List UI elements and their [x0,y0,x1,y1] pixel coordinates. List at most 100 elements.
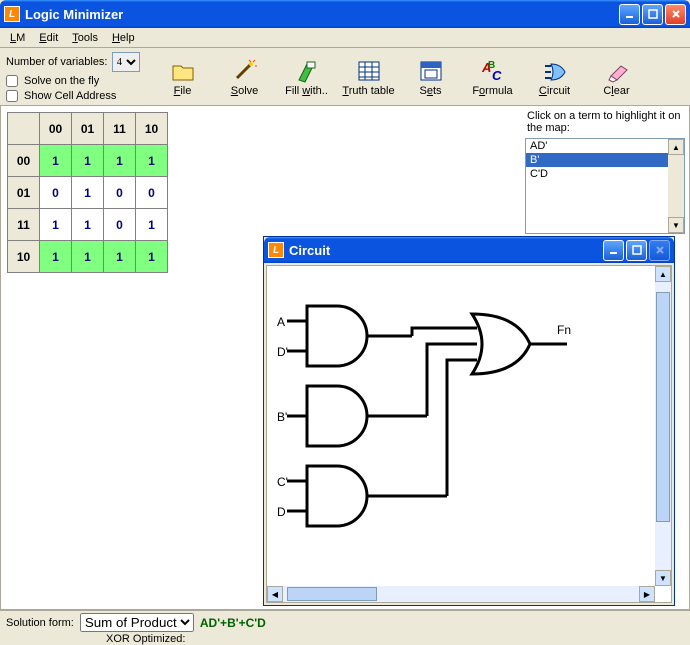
scroll-up-icon[interactable]: ▲ [655,266,671,282]
kmap-row-header: 10 [8,241,40,273]
sets-icon [416,57,446,85]
term-item[interactable]: B' [526,153,668,167]
scroll-right-icon[interactable]: ▶ [639,586,655,602]
kmap-cell[interactable]: 1 [136,209,168,241]
circuit-titlebar[interactable]: L Circuit [264,237,674,263]
circuit-close-button[interactable] [649,240,670,261]
solve-button[interactable]: Solve [214,57,276,97]
formula-icon: ACB [478,57,508,85]
file-button[interactable]: File [152,57,214,97]
svg-text:B: B [488,60,495,71]
file-icon [168,57,198,85]
kmap-cell[interactable]: 1 [72,177,104,209]
xor-optimized-label: XOR Optimized: [106,633,185,645]
circuit-canvas: A D' B' C' D [266,265,672,603]
eraser-icon [602,57,632,85]
close-button[interactable] [665,4,686,25]
kmap-cell[interactable]: 1 [136,241,168,273]
kmap-cell[interactable]: 1 [136,145,168,177]
scroll-left-icon[interactable]: ◀ [267,586,283,602]
or-gate: Fn [472,314,571,374]
term-item[interactable]: AD' [526,139,668,153]
main-titlebar: L Logic Minimizer [0,0,690,28]
solution-form-label: Solution form: [6,617,74,629]
svg-text:Fn: Fn [557,323,571,337]
circuit-app-icon: L [268,242,284,258]
fill-with--button[interactable]: Fill with.. [276,57,338,97]
solution-formula: AD'+B'+C'D [200,616,266,630]
show-cell-addr-checkbox[interactable] [6,90,18,102]
terms-list: AD'B'C'D ▲ ▼ [525,138,685,234]
num-vars-label: Number of variables: [6,56,108,68]
kmap-cell[interactable]: 1 [104,145,136,177]
formula-button[interactable]: ACBFormula [462,57,524,97]
kmap-row-header: 01 [8,177,40,209]
kmap-cell[interactable]: 1 [72,241,104,273]
kmap-col-header: 11 [104,113,136,145]
kmap-col-header: 01 [72,113,104,145]
toolbar: Number of variables: 4 Solve on the fly … [0,48,690,106]
circuit-title: Circuit [289,243,603,258]
svg-text:A: A [277,315,285,329]
menu-edit[interactable]: Edit [33,30,64,46]
kmap-cell[interactable]: 0 [40,177,72,209]
terms-hint: Click on a term to highlight it on the m… [527,110,685,134]
circuit-icon [540,57,570,85]
minimize-button[interactable] [619,4,640,25]
show-cell-addr-label: Show Cell Address [24,90,116,102]
circuit-button[interactable]: Circuit [524,57,586,97]
circuit-minimize-button[interactable] [603,240,624,261]
sets-button[interactable]: Sets [400,57,462,97]
kmap-cell[interactable]: 0 [136,177,168,209]
toolbar-label: Circuit [539,85,570,97]
solve-on-fly-label: Solve on the fly [24,75,99,87]
menu-help[interactable]: Help [106,30,141,46]
circuit-scrollbar-horizontal[interactable]: ◀ ▶ [267,586,655,602]
and-gate-2: B' [277,386,427,446]
kmap-cell[interactable]: 1 [72,145,104,177]
svg-text:B': B' [277,410,287,424]
wand-icon [230,57,260,85]
kmap-col-header: 00 [40,113,72,145]
terms-panel: Click on a term to highlight it on the m… [525,108,685,234]
kmap-cell[interactable]: 1 [104,241,136,273]
scroll-down-icon[interactable]: ▼ [668,217,684,233]
kmap-row-header: 00 [8,145,40,177]
circuit-maximize-button[interactable] [626,240,647,261]
kmap-corner [8,113,40,145]
terms-scrollbar[interactable]: ▲ ▼ [668,139,684,233]
clear-button[interactable]: Clear [586,57,648,97]
app-icon: L [4,6,20,22]
kmap-cell[interactable]: 0 [104,209,136,241]
menu-tools[interactable]: Tools [66,30,104,46]
toolbar-label: Fill with.. [285,85,328,97]
toolbar-label: Truth table [342,85,394,97]
num-vars-select[interactable]: 4 [112,52,140,72]
kmap-col-header: 10 [136,113,168,145]
svg-text:C': C' [277,475,288,489]
solve-on-fly-checkbox[interactable] [6,75,18,87]
svg-text:D': D' [277,345,288,359]
scroll-up-icon[interactable]: ▲ [668,139,684,155]
circuit-scrollbar-vertical[interactable]: ▲ ▼ [655,266,671,586]
maximize-button[interactable] [642,4,663,25]
kmap-row-header: 11 [8,209,40,241]
bottom-bar: Solution form: Sum of Product AD'+B'+C'D… [0,610,690,642]
svg-text:D: D [277,505,286,519]
scroll-down-icon[interactable]: ▼ [655,570,671,586]
kmap: 00011110001111010100111101101111 [7,112,168,609]
truth-table-button[interactable]: Truth table [338,57,400,97]
kmap-cell[interactable]: 1 [72,209,104,241]
main-area: 00011110001111010100111101101111 Click o… [0,106,690,610]
menu-lm[interactable]: LM [4,30,31,46]
kmap-cell[interactable]: 1 [40,145,72,177]
term-item[interactable]: C'D [526,167,668,181]
toolbar-label: Formula [472,85,512,97]
kmap-cell[interactable]: 1 [40,241,72,273]
kmap-cell[interactable]: 1 [40,209,72,241]
kmap-cell[interactable]: 0 [104,177,136,209]
solution-form-select[interactable]: Sum of Product [80,613,194,632]
toolbar-label: Sets [419,85,441,97]
menubar: LM Edit Tools Help [0,28,690,48]
circuit-window: L Circuit [263,236,675,606]
